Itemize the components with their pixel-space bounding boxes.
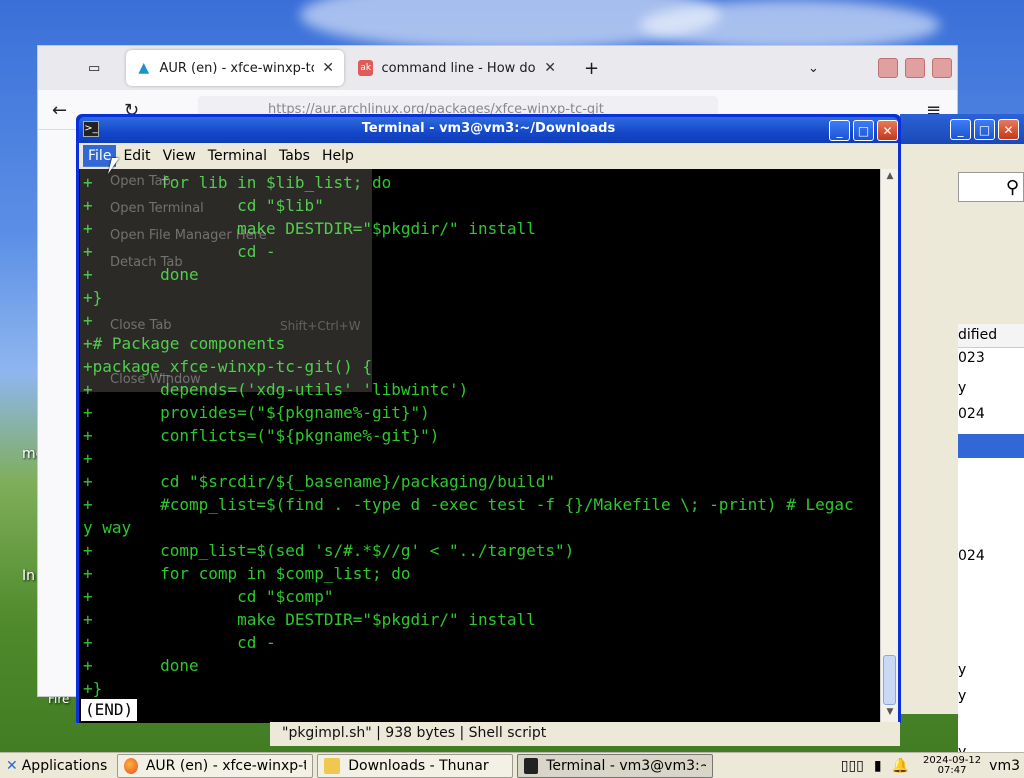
maximize-button[interactable]: □ bbox=[853, 120, 874, 141]
terminal-line: y way bbox=[83, 518, 132, 537]
menu-edit[interactable]: Edit bbox=[118, 145, 155, 167]
column-header-modified[interactable]: dified bbox=[958, 324, 1024, 348]
list-item[interactable]: y bbox=[958, 662, 1024, 686]
maximize-button[interactable]: □ bbox=[974, 119, 995, 140]
menu-tabs[interactable]: Tabs bbox=[274, 145, 315, 167]
search-field[interactable]: ⚲ bbox=[958, 172, 1024, 202]
terminal-line: + cd "$comp" bbox=[83, 587, 334, 606]
pager-end-marker: (END) bbox=[81, 699, 138, 721]
tab-label: command line - How do I r bbox=[381, 60, 537, 76]
close-button[interactable] bbox=[932, 58, 952, 78]
list-item[interactable]: 024 bbox=[958, 548, 1024, 572]
scrollbar[interactable]: ▲ ▼ bbox=[880, 169, 898, 723]
close-button[interactable]: ✕ bbox=[877, 120, 898, 141]
desktop-label[interactable]: In bbox=[22, 568, 35, 584]
taskbar: ✕ Applications AUR (en) - xfce-winxp-tc-… bbox=[0, 752, 1024, 778]
task-firefox[interactable]: AUR (en) - xfce-winxp-tc-... bbox=[117, 753, 314, 778]
window-title: Terminal - vm3@vm3:~/Downloads bbox=[361, 121, 616, 136]
menu-terminal[interactable]: Terminal bbox=[203, 145, 272, 167]
status-bar: "pkgimpl.sh" | 938 bytes | Shell script bbox=[270, 722, 900, 746]
firefox-icon bbox=[124, 757, 138, 774]
menu-help[interactable]: Help bbox=[317, 145, 359, 167]
maximize-button[interactable] bbox=[905, 58, 925, 78]
terminal-line: + make DESTDIR="$pkgdir/" install bbox=[83, 610, 536, 629]
stackexchange-icon: ak bbox=[358, 60, 374, 76]
scroll-down-icon[interactable]: ▼ bbox=[883, 707, 897, 721]
thunar-titlebar: _ □ ✕ bbox=[900, 114, 1024, 144]
task-label: AUR (en) - xfce-winxp-tc-... bbox=[145, 757, 307, 774]
terminal-line: +} bbox=[83, 679, 103, 698]
close-tab-icon[interactable]: ✕ bbox=[322, 60, 334, 76]
menu-view[interactable]: View bbox=[158, 145, 201, 167]
menu-accel: Shift+Ctrl+W bbox=[280, 319, 361, 333]
terminal-line: + comp_list=$(sed 's/#.*$//g' < "../targ… bbox=[83, 541, 575, 560]
bell-icon[interactable]: 🔔 bbox=[892, 758, 909, 774]
arch-icon: ▲ bbox=[138, 60, 150, 76]
new-tab-icon[interactable]: + bbox=[584, 54, 599, 82]
terminal-line: + conflicts=("${pkgname%-git}") bbox=[83, 426, 440, 445]
menu-item-close-window[interactable]: Close Window bbox=[110, 372, 201, 387]
list-item-selected[interactable] bbox=[958, 434, 1024, 458]
menu-item-open-file-manager[interactable]: Open File Manager Here bbox=[110, 228, 267, 243]
terminal-line: + #comp_list=$(find . -type d -exec test… bbox=[83, 495, 854, 514]
terminal-titlebar[interactable]: >_ Terminal - vm3@vm3:~/Downloads _ □ ✕ bbox=[79, 117, 898, 143]
terminal-line: + bbox=[83, 449, 93, 468]
tab-label: AUR (en) - xfce-winxp-tc-git bbox=[159, 60, 314, 76]
minimize-button[interactable]: _ bbox=[950, 119, 971, 140]
menu-item-close-tab[interactable]: Close Tab bbox=[110, 318, 172, 333]
scroll-thumb[interactable] bbox=[883, 655, 896, 705]
user-label[interactable]: vm3 bbox=[989, 758, 1020, 774]
terminal-line: + cd "$srcdir/${_basename}/packaging/bui… bbox=[83, 472, 556, 491]
terminal-line: + cd - bbox=[83, 633, 276, 652]
clock-time: 07:47 bbox=[937, 765, 967, 776]
clock[interactable]: 2024-09-12 07:47 bbox=[923, 756, 981, 776]
close-button[interactable]: ✕ bbox=[998, 119, 1019, 140]
back-icon[interactable]: ← bbox=[52, 100, 67, 121]
folder-icon bbox=[324, 757, 341, 774]
tab-aur[interactable]: ▲ AUR (en) - xfce-winxp-tc-git ✕ bbox=[126, 50, 344, 86]
browser-tabbar: ▭ ▲ AUR (en) - xfce-winxp-tc-git ✕ ak co… bbox=[38, 46, 957, 90]
terminal-icon bbox=[524, 757, 539, 774]
menu-item-open-tab[interactable]: Open Tab bbox=[110, 174, 171, 189]
task-thunar[interactable]: Downloads - Thunar bbox=[317, 753, 514, 778]
list-item[interactable]: 023 bbox=[958, 350, 1024, 374]
list-item[interactable]: y bbox=[958, 380, 1024, 404]
system-tray: ▯▯▯ ▮ 🔔 2024-09-12 07:47 vm3 bbox=[841, 753, 1024, 778]
tab-stackexchange[interactable]: ak command line - How do I r ✕ bbox=[348, 50, 566, 86]
applications-menu[interactable]: ✕ Applications bbox=[0, 758, 113, 774]
close-tab-icon[interactable]: ✕ bbox=[544, 60, 556, 76]
scroll-up-icon[interactable]: ▲ bbox=[883, 171, 897, 185]
list-item[interactable]: 024 bbox=[958, 406, 1024, 430]
battery-icon[interactable]: ▮ bbox=[874, 758, 882, 774]
xfce-icon: ✕ bbox=[6, 757, 18, 774]
menu-item-detach-tab[interactable]: Detach Tab bbox=[110, 255, 183, 270]
tab-overview-icon[interactable]: ▭ bbox=[88, 54, 100, 82]
list-item[interactable]: y bbox=[958, 688, 1024, 712]
minimize-button[interactable]: _ bbox=[829, 120, 850, 141]
minimize-button[interactable] bbox=[878, 58, 898, 78]
terminal-line: + provides=("${pkgname%-git}") bbox=[83, 403, 430, 422]
thunar-window: _ □ ✕ ⚲ dified 023 y 024 024 y y y y bbox=[900, 114, 1024, 778]
task-terminal[interactable]: Terminal - vm3@vm3:~/... bbox=[517, 753, 714, 778]
task-label: Terminal - vm3@vm3:~/... bbox=[546, 757, 707, 774]
task-label: Downloads - Thunar bbox=[348, 757, 489, 774]
file-list: 023 y 024 024 y y y y bbox=[958, 348, 1024, 778]
menu-item-open-terminal[interactable]: Open Terminal bbox=[110, 201, 204, 216]
terminal-line: + done bbox=[83, 656, 199, 675]
terminal-line: + for comp in $comp_list; do bbox=[83, 564, 411, 583]
search-icon[interactable]: ⚲ bbox=[1006, 177, 1019, 198]
applications-label: Applications bbox=[21, 757, 108, 774]
file-menu: Open Tab Open Terminal Open File Manager… bbox=[80, 166, 372, 392]
workspace-switcher-icon[interactable]: ▯▯▯ bbox=[841, 758, 864, 774]
chevron-down-icon[interactable]: ⌄ bbox=[808, 54, 819, 82]
